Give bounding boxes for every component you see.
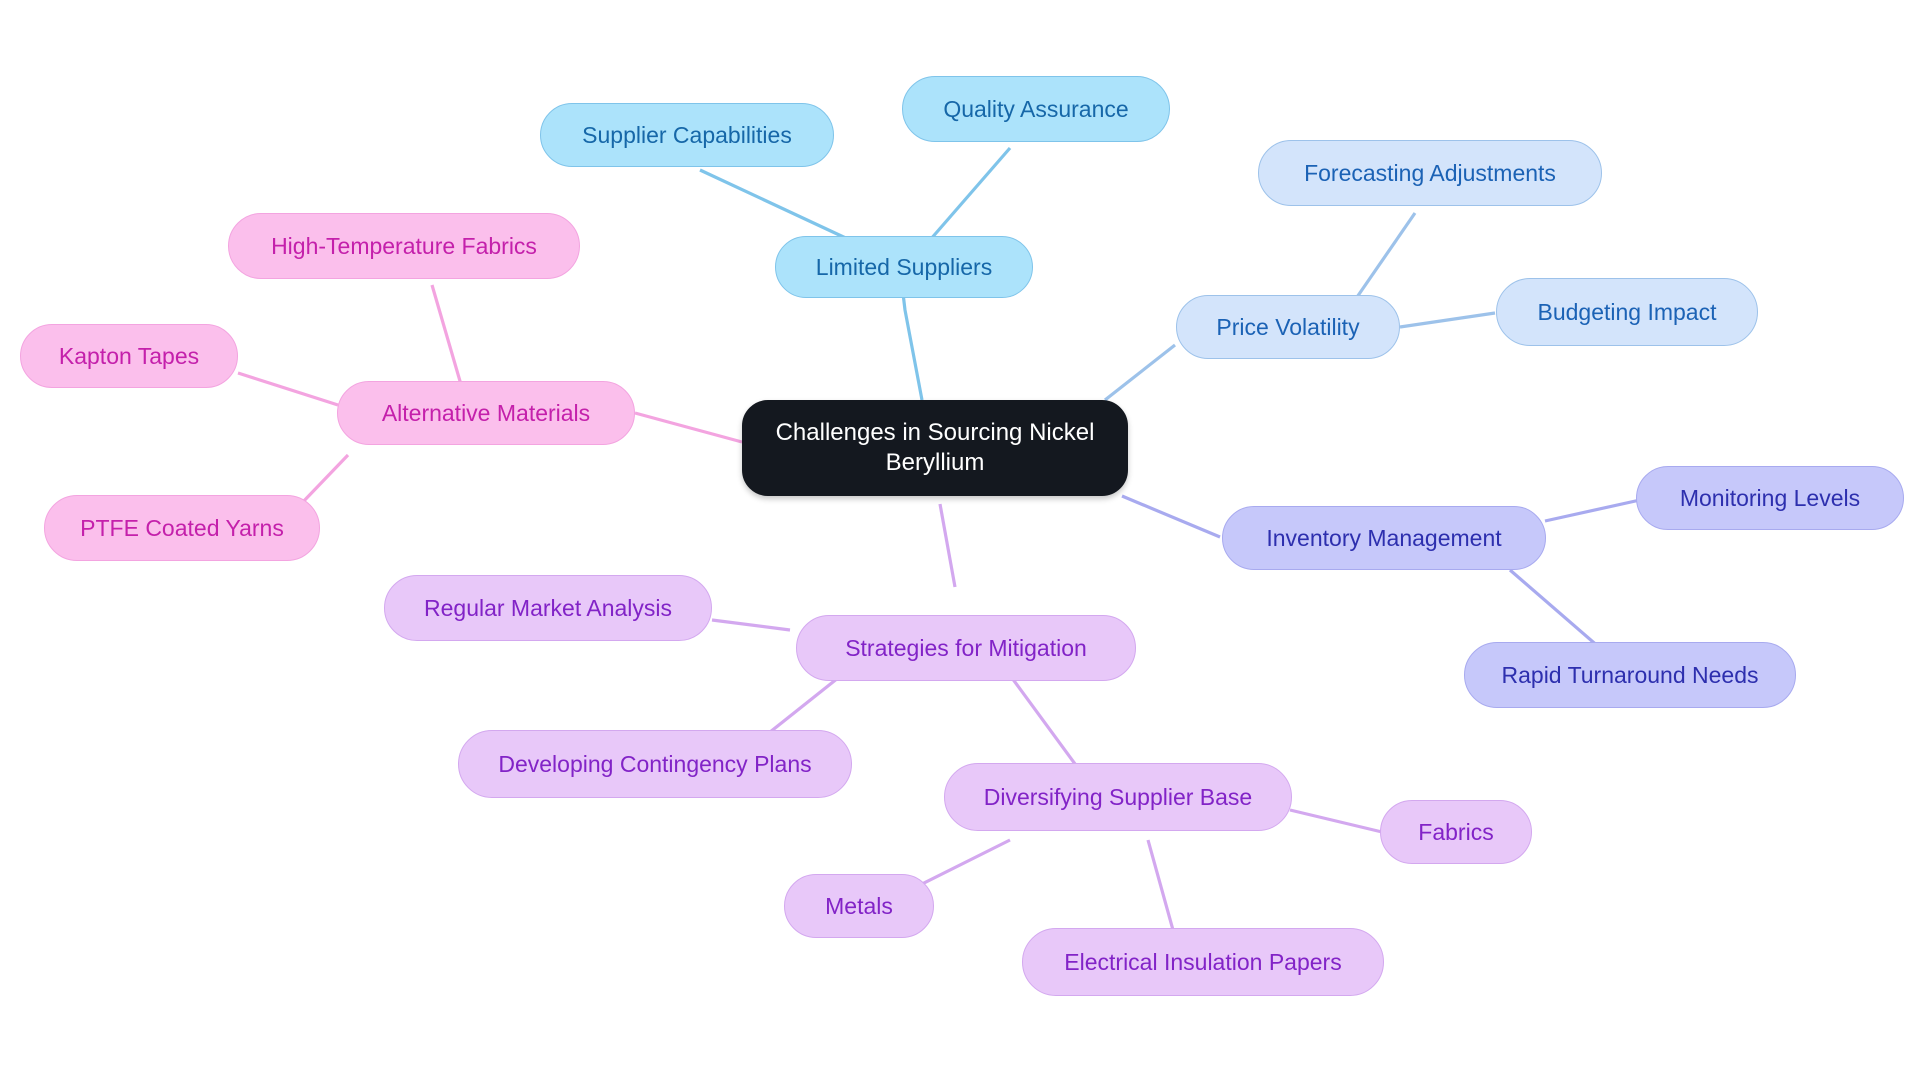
node-ptfe-coated-yarns[interactable]: PTFE Coated Yarns [44,495,320,561]
node-electrical-insulation-papers-label: Electrical Insulation Papers [1064,948,1342,975]
node-strategies-for-mitigation[interactable]: Strategies for Mitigation [796,615,1136,681]
node-supplier-capabilities[interactable]: Supplier Capabilities [540,103,834,167]
node-high-temperature-fabrics[interactable]: High-Temperature Fabrics [228,213,580,279]
edge-strategies-diversifying-supplier-base [1010,677,1080,769]
node-supplier-capabilities-label: Supplier Capabilities [582,121,792,148]
edge-alternative-materials-ptfe-coated-yarns [298,453,350,507]
edge-diversifying-fabrics [1289,808,1383,834]
node-kapton-tapes[interactable]: Kapton Tapes [20,324,238,388]
node-electrical-insulation-papers[interactable]: Electrical Insulation Papers [1022,928,1384,996]
node-inventory-management[interactable]: Inventory Management [1222,506,1546,570]
node-price-volatility[interactable]: Price Volatility [1176,295,1400,359]
node-strategies-for-mitigation-label: Strategies for Mitigation [845,634,1087,661]
node-forecasting-adjustments[interactable]: Forecasting Adjustments [1258,140,1602,206]
node-ptfe-coated-yarns-label: PTFE Coated Yarns [80,514,284,541]
node-regular-market-analysis-label: Regular Market Analysis [424,594,672,621]
edge-limited-suppliers-quality-assurance [928,146,1012,242]
node-quality-assurance-label: Quality Assurance [943,95,1129,122]
edge-limited-suppliers-supplier-capabilities [699,168,851,242]
edge-price-volatility-forecasting-adjustments [1353,212,1417,301]
node-diversifying-supplier-base-label: Diversifying Supplier Base [983,783,1253,810]
node-monitoring-levels-label: Monitoring Levels [1679,484,1861,511]
edge-alternative-materials-kapton-tapes [237,371,339,407]
node-root[interactable]: Challenges in Sourcing Nickel Beryllium [742,400,1128,496]
node-kapton-tapes-label: Kapton Tapes [58,342,200,369]
node-rapid-turnaround-needs[interactable]: Rapid Turnaround Needs [1464,642,1796,708]
node-price-volatility-label: Price Volatility [1216,313,1360,340]
node-fabrics-label: Fabrics [1418,818,1494,845]
node-regular-market-analysis[interactable]: Regular Market Analysis [384,575,712,641]
node-monitoring-levels[interactable]: Monitoring Levels [1636,466,1904,530]
edge-inventory-management-rapid-turnaround-needs [1508,568,1602,650]
edge-alternative-materials-high-temperature-fabrics [430,284,464,389]
node-metals-label: Metals [825,892,893,919]
node-high-temperature-fabrics-label: High-Temperature Fabrics [271,232,537,259]
edge-price-volatility-budgeting-impact [1399,311,1496,329]
node-budgeting-impact-label: Budgeting Impact [1537,298,1717,325]
edge-root-alternative-materials [634,411,743,444]
node-metals[interactable]: Metals [784,874,934,938]
node-alternative-materials[interactable]: Alternative Materials [337,381,635,445]
node-budgeting-impact[interactable]: Budgeting Impact [1496,278,1758,346]
edge-root-strategies-for-mitigation [938,503,957,588]
edge-strategies-regular-market-analysis [711,618,791,632]
node-root-label: Challenges in Sourcing Nickel Beryllium [775,419,1095,476]
node-quality-assurance[interactable]: Quality Assurance [902,76,1170,142]
node-rapid-turnaround-needs-label: Rapid Turnaround Needs [1501,661,1759,688]
edge-root-price-volatility [1104,343,1176,402]
edge-inventory-management-monitoring-levels [1544,498,1641,523]
node-diversifying-supplier-base[interactable]: Diversifying Supplier Base [944,763,1292,831]
node-alternative-materials-label: Alternative Materials [381,399,591,426]
edge-root-inventory-management [1121,494,1221,539]
node-developing-contingency-plans[interactable]: Developing Contingency Plans [458,730,852,798]
node-inventory-management-label: Inventory Management [1266,524,1502,551]
node-developing-contingency-plans-label: Developing Contingency Plans [498,750,812,777]
node-limited-suppliers-label: Limited Suppliers [815,253,993,280]
node-limited-suppliers[interactable]: Limited Suppliers [775,236,1033,298]
node-fabrics[interactable]: Fabrics [1380,800,1532,864]
mindmap-canvas: Challenges in Sourcing Nickel Beryllium … [0,0,1920,1083]
node-forecasting-adjustments-label: Forecasting Adjustments [1304,159,1556,186]
